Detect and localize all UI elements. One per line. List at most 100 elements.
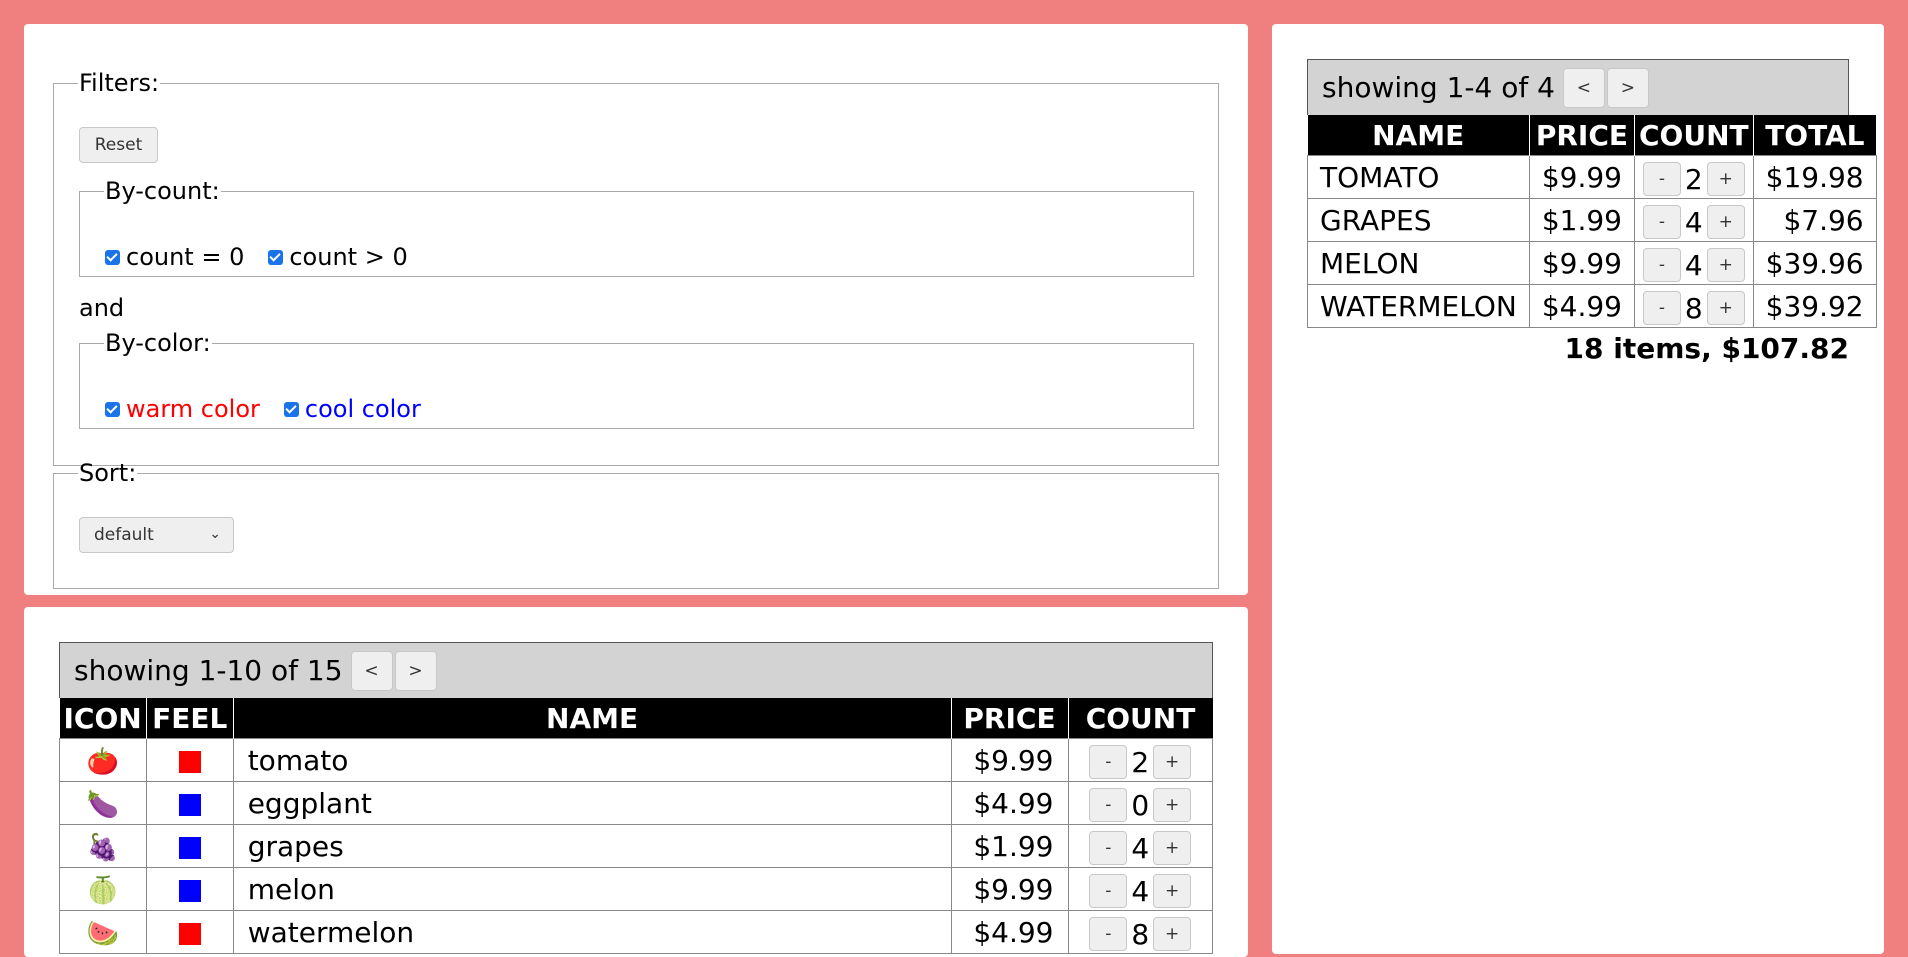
column-header-feel[interactable]: FEEL — [146, 698, 234, 739]
increment-button[interactable]: + — [1153, 788, 1192, 822]
increment-button[interactable]: + — [1153, 917, 1192, 951]
cart-table-wrapper: showing 1-4 of 4 < > NAME PRICE COUNT TO… — [1307, 59, 1877, 365]
count-value: 4 — [1131, 874, 1150, 908]
column-header-count[interactable]: COUNT — [1068, 698, 1213, 739]
increment-button[interactable]: + — [1153, 831, 1192, 865]
decrement-button[interactable]: - — [1089, 788, 1128, 822]
increment-button[interactable]: + — [1706, 162, 1745, 196]
increment-button[interactable]: + — [1706, 248, 1745, 282]
feel-swatch — [178, 750, 201, 773]
decrement-button[interactable]: - — [1089, 745, 1128, 779]
cart-price-cell: $4.99 — [1528, 284, 1636, 328]
feel-swatch — [178, 922, 201, 945]
table-row: 🍅 tomato $9.99-2 + — [59, 738, 1213, 782]
cart-total-cell: $39.96 — [1752, 241, 1877, 285]
column-header-icon[interactable]: ICON — [59, 698, 147, 739]
count-cell: -2 + — [1067, 738, 1213, 782]
cart-column-header-total[interactable]: TOTAL — [1753, 115, 1877, 156]
checkbox-checked-icon[interactable] — [283, 401, 299, 417]
count-stepper: -4 + — [1642, 205, 1745, 239]
cart-row: WATERMELON $4.99-8 + $39.92 — [1307, 284, 1877, 328]
catalog-table-wrapper: showing 1-10 of 15 < > ICON FEEL NAME PR… — [59, 642, 1213, 954]
count-value: 0 — [1131, 788, 1150, 822]
catalog-pager-text: showing 1-10 of 15 — [74, 654, 343, 687]
icon-cell: 🍅 — [59, 738, 147, 782]
cool-color-checkbox[interactable]: cool color — [283, 395, 421, 423]
cart-row: MELON $9.99-4 + $39.96 — [1307, 241, 1877, 285]
column-header-price[interactable]: PRICE — [951, 698, 1069, 739]
cart-column-header-count[interactable]: COUNT — [1634, 115, 1754, 156]
cart-pager: showing 1-4 of 4 < > — [1307, 59, 1849, 115]
decrement-button[interactable]: - — [1089, 874, 1128, 908]
by-count-fieldset: By-count: count = 0 count > 0 — [79, 177, 1194, 277]
by-color-fieldset: By-color: warm color cool color — [79, 329, 1194, 429]
decrement-button[interactable]: - — [1642, 291, 1681, 325]
catalog-prev-button[interactable]: < — [350, 650, 393, 691]
checkbox-checked-icon[interactable] — [268, 249, 284, 265]
icon-cell: 🍉 — [59, 910, 147, 954]
and-label: and — [79, 294, 125, 322]
increment-button[interactable]: + — [1706, 291, 1745, 325]
cart-prev-button[interactable]: < — [1562, 67, 1605, 108]
price-cell: $4.99 — [950, 910, 1069, 954]
checkbox-checked-icon[interactable] — [105, 401, 120, 417]
count-positive-checkbox[interactable]: count > 0 — [268, 243, 408, 271]
cart-summary: 18 items, $107.82 — [1564, 332, 1849, 365]
table-row: 🍈 melon $9.99-4 + — [59, 867, 1213, 911]
decrement-button[interactable]: - — [1089, 917, 1128, 951]
price-cell: $4.99 — [950, 781, 1069, 825]
count-cell: -4 + — [1067, 824, 1213, 868]
icon-cell: 🍇 — [59, 824, 147, 868]
cart-pager-text: showing 1-4 of 4 — [1322, 71, 1555, 104]
count-value: 4 — [1684, 205, 1703, 239]
cart-column-header-name[interactable]: NAME — [1307, 115, 1530, 156]
feel-cell — [145, 824, 234, 868]
increment-button[interactable]: + — [1706, 205, 1745, 239]
sort-legend: Sort: — [79, 459, 137, 487]
count-stepper: -0 + — [1089, 788, 1192, 822]
grapes-icon: 🍇 — [86, 832, 120, 863]
decrement-button[interactable]: - — [1642, 248, 1681, 282]
catalog-pager: showing 1-10 of 15 < > — [59, 642, 1213, 698]
sort-select[interactable]: default ⌄ — [79, 517, 234, 553]
cart-total-cell: $39.92 — [1752, 284, 1877, 328]
increment-button[interactable]: + — [1153, 745, 1192, 779]
count-cell: -4 + — [1634, 198, 1754, 242]
cart-name-cell: TOMATO — [1307, 155, 1530, 199]
catalog-header-row: ICON FEEL NAME PRICE COUNT — [59, 698, 1213, 739]
column-header-name[interactable]: NAME — [233, 698, 952, 739]
eggplant-icon: 🍆 — [86, 789, 120, 820]
price-cell: $9.99 — [950, 738, 1069, 782]
watermelon-icon: 🍉 — [86, 918, 120, 949]
cart-column-header-price[interactable]: PRICE — [1529, 115, 1636, 156]
feel-swatch — [178, 836, 201, 859]
decrement-button[interactable]: - — [1642, 205, 1681, 239]
cart-total-cell: $19.98 — [1752, 155, 1877, 199]
count-value: 8 — [1131, 917, 1150, 951]
count-cell: -4 + — [1067, 867, 1213, 911]
icon-cell: 🍆 — [59, 781, 147, 825]
count-stepper: -2 + — [1642, 162, 1745, 196]
icon-cell: 🍈 — [59, 867, 147, 911]
cart-next-button[interactable]: > — [1606, 67, 1649, 108]
catalog-next-button[interactable]: > — [394, 650, 437, 691]
count-stepper: -4 + — [1089, 831, 1192, 865]
name-cell: eggplant — [232, 781, 952, 825]
warm-color-checkbox[interactable]: warm color — [105, 395, 260, 423]
count-value: 4 — [1684, 248, 1703, 282]
count-cell: -8 + — [1634, 284, 1754, 328]
count-value: 4 — [1131, 831, 1150, 865]
by-count-legend: By-count: — [105, 177, 220, 205]
count-stepper: -8 + — [1089, 917, 1192, 951]
decrement-button[interactable]: - — [1089, 831, 1128, 865]
checkbox-checked-icon[interactable] — [105, 249, 120, 265]
count-zero-checkbox[interactable]: count = 0 — [105, 243, 244, 271]
reset-button[interactable]: Reset — [79, 127, 158, 163]
increment-button[interactable]: + — [1153, 874, 1192, 908]
filters-fieldset: Filters: Reset By-count: count = 0 count… — [53, 69, 1219, 466]
filters-panel: Filters: Reset By-count: count = 0 count… — [24, 24, 1248, 595]
tomato-icon: 🍅 — [86, 746, 120, 777]
decrement-button[interactable]: - — [1642, 162, 1681, 196]
name-cell: tomato — [232, 738, 952, 782]
name-cell: melon — [232, 867, 952, 911]
